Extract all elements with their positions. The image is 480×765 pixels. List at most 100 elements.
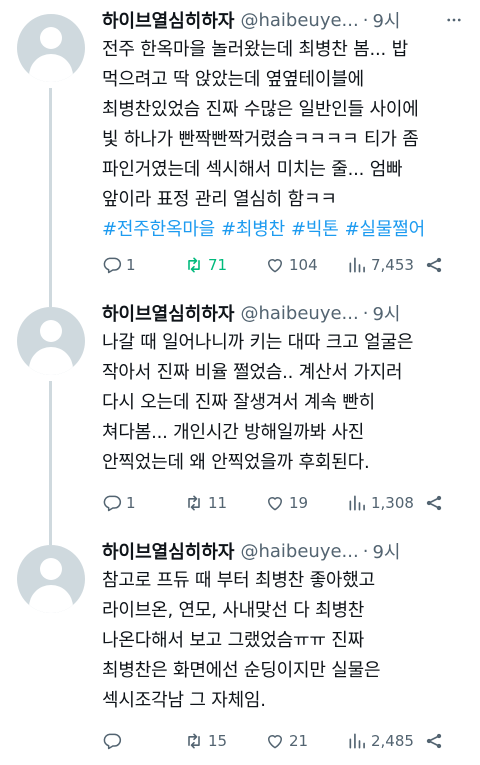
action-bar: 1 11 19 1,308 (102, 490, 452, 516)
share-button[interactable] (424, 493, 444, 513)
bar-chart-views-icon (349, 495, 365, 511)
retweet-arrows-icon (188, 257, 200, 273)
separator-dot: · (362, 540, 369, 562)
bar-chart-views-icon (349, 733, 365, 749)
tweet-text-line: 앞이라 표정 관리 열심히 함ㅋㅋ (102, 189, 337, 210)
tweet-text-line: 최병찬은 화면에선 순딩이지만 실물은 (102, 660, 381, 681)
tweet-3[interactable]: 하이브열심히하자 @haibeuye... · 9시 참고로 프듀 때 부터 최… (0, 531, 480, 765)
hashtag-link[interactable]: #실물쩔어 (345, 219, 426, 240)
tweet-text-line: 안찍었는데 왜 안찍었을까 후회된다. (102, 452, 370, 473)
share-nodes-icon (426, 495, 442, 511)
thread-line (49, 293, 52, 307)
reply-button[interactable]: 1 (102, 493, 136, 513)
share-nodes-icon (426, 257, 442, 273)
avatar[interactable] (17, 307, 85, 375)
tweet-text-line: 나온다해서 보고 그랬었슴ㅠㅠ 진짜 (102, 630, 364, 651)
tweet-text: 참고로 프듀 때 부터 최병찬 좋아했고 라이브온, 연모, 사내맞선 다 최병… (102, 566, 472, 716)
retweet-button[interactable]: 71 (184, 255, 227, 275)
retweet-button[interactable]: 15 (184, 731, 227, 751)
retweet-count: 71 (208, 256, 228, 274)
reply-button[interactable]: 1 (102, 255, 136, 275)
like-count: 21 (289, 732, 309, 750)
retweet-button[interactable]: 11 (184, 493, 227, 513)
separator-dot: · (362, 9, 369, 31)
hashtag-link[interactable]: #최병찬 (221, 219, 285, 240)
like-count: 19 (289, 494, 309, 512)
like-button[interactable]: 21 (265, 731, 308, 751)
tweet-text-line: 참고로 프듀 때 부터 최병찬 좋아했고 (102, 570, 376, 591)
separator-dot: · (362, 302, 369, 324)
retweet-count: 15 (208, 732, 228, 750)
display-name[interactable]: 하이브열심히하자 (102, 538, 234, 564)
tweet-1[interactable]: 하이브열심히하자 @haibeuye... · 9시 전주 한옥마을 놀러왔는데… (0, 0, 480, 293)
avatar-shoulders (29, 54, 73, 82)
views-count: 7,453 (371, 256, 414, 274)
reply-bubble-icon (103, 733, 122, 750)
avatar-head (40, 27, 62, 49)
avatar[interactable] (17, 545, 85, 613)
avatar-head (40, 320, 62, 342)
views-button[interactable]: 1,308 (347, 493, 414, 513)
tweet-text-line: 작아서 진짜 비율 쩔었슴.. 계산서 가지러 (102, 362, 403, 383)
tweet-text: 전주 한옥마을 놀러왔는데 최병찬 봄... 밥 먹으려고 딱 앉았는데 옆옆테… (102, 35, 472, 245)
views-button[interactable]: 2,485 (347, 731, 414, 751)
share-button[interactable] (424, 731, 444, 751)
hashtag-link[interactable]: #전주한옥마을 (102, 219, 215, 240)
display-name[interactable]: 하이브열심히하자 (102, 7, 234, 33)
tweet-header: 하이브열심히하자 @haibeuye... · 9시 (102, 537, 472, 565)
hashtag-link[interactable]: #빅톤 (291, 219, 339, 240)
share-nodes-icon (426, 733, 442, 749)
share-button[interactable] (424, 255, 444, 275)
thread-line (49, 381, 52, 531)
user-handle[interactable]: @haibeuye... (240, 303, 358, 324)
more-dots-icon[interactable] (444, 6, 464, 34)
hashtag-list: #전주한옥마을 #최병찬 #빅톤 #실물쩔어 (102, 215, 472, 245)
user-handle[interactable]: @haibeuye... (240, 10, 358, 31)
tweet-text-line: 다시 오는데 진짜 잘생겨서 계속 빤히 (102, 392, 376, 413)
retweet-arrows-icon (188, 733, 200, 749)
tweet-text-line: 파인거였는데 섹시해서 미치는 줄... 엄빠 (102, 159, 403, 180)
tweet-text-line: 최병찬있었슴 진짜 수많은 일반인들 사이에 (102, 99, 419, 120)
tweet-text-line: 라이브온, 연모, 사내맞선 다 최병찬 (102, 600, 365, 621)
timestamp[interactable]: 9시 (372, 538, 400, 564)
tweet-2[interactable]: 하이브열심히하자 @haibeuye... · 9시 나갈 때 일어나니까 키는… (0, 293, 480, 531)
retweet-arrows-icon (188, 495, 200, 511)
views-count: 2,485 (371, 732, 414, 750)
reply-bubble-icon (103, 257, 122, 274)
reply-button[interactable] (102, 731, 122, 751)
avatar-head (40, 558, 62, 580)
thread-line (49, 88, 52, 293)
avatar-shoulders (29, 347, 73, 375)
heart-outline-icon (268, 497, 282, 511)
thread-line (49, 531, 52, 545)
timestamp[interactable]: 9시 (372, 300, 400, 326)
avatar-shoulders (29, 585, 73, 613)
tweet-text-line: 먹으려고 딱 앉았는데 옆옆테이블에 (102, 69, 364, 90)
views-count: 1,308 (371, 494, 414, 512)
reply-bubble-icon (103, 495, 122, 512)
heart-outline-icon (268, 259, 282, 273)
tweet-text-line: 전주 한옥마을 놀러왔는데 최병찬 봄... 밥 (102, 39, 408, 60)
views-button[interactable]: 7,453 (347, 255, 414, 275)
timestamp[interactable]: 9시 (372, 7, 400, 33)
like-button[interactable]: 104 (265, 255, 318, 275)
bar-chart-views-icon (349, 257, 365, 273)
tweet-header: 하이브열심히하자 @haibeuye... · 9시 (102, 299, 472, 327)
tweet-header: 하이브열심히하자 @haibeuye... · 9시 (102, 6, 472, 34)
tweet-text-line: 빛 하나가 빤짝빤짝거렸슴ㅋㅋㅋㅋ 티가 좀 (102, 129, 419, 150)
tweet-text: 나갈 때 일어나니까 키는 대따 크고 얼굴은 작아서 진짜 비율 쩔었슴.. … (102, 328, 472, 478)
heart-outline-icon (268, 735, 282, 749)
retweet-count: 11 (208, 494, 228, 512)
avatar[interactable] (17, 14, 85, 82)
thread-line (49, 280, 52, 293)
action-bar: 15 21 2,485 (102, 728, 452, 754)
tweet-text-line: 나갈 때 일어나니까 키는 대따 크고 얼굴은 (102, 332, 414, 353)
tweet-text-line: 섹시조각남 그 자체임. (102, 690, 266, 711)
user-handle[interactable]: @haibeuye... (240, 541, 358, 562)
reply-count: 1 (126, 494, 136, 512)
reply-count: 1 (126, 256, 136, 274)
display-name[interactable]: 하이브열심히하자 (102, 300, 234, 326)
tweet-text-line: 쳐다봄... 개인시간 방해일까봐 사진 (102, 422, 365, 443)
like-button[interactable]: 19 (265, 493, 308, 513)
like-count: 104 (289, 256, 318, 274)
